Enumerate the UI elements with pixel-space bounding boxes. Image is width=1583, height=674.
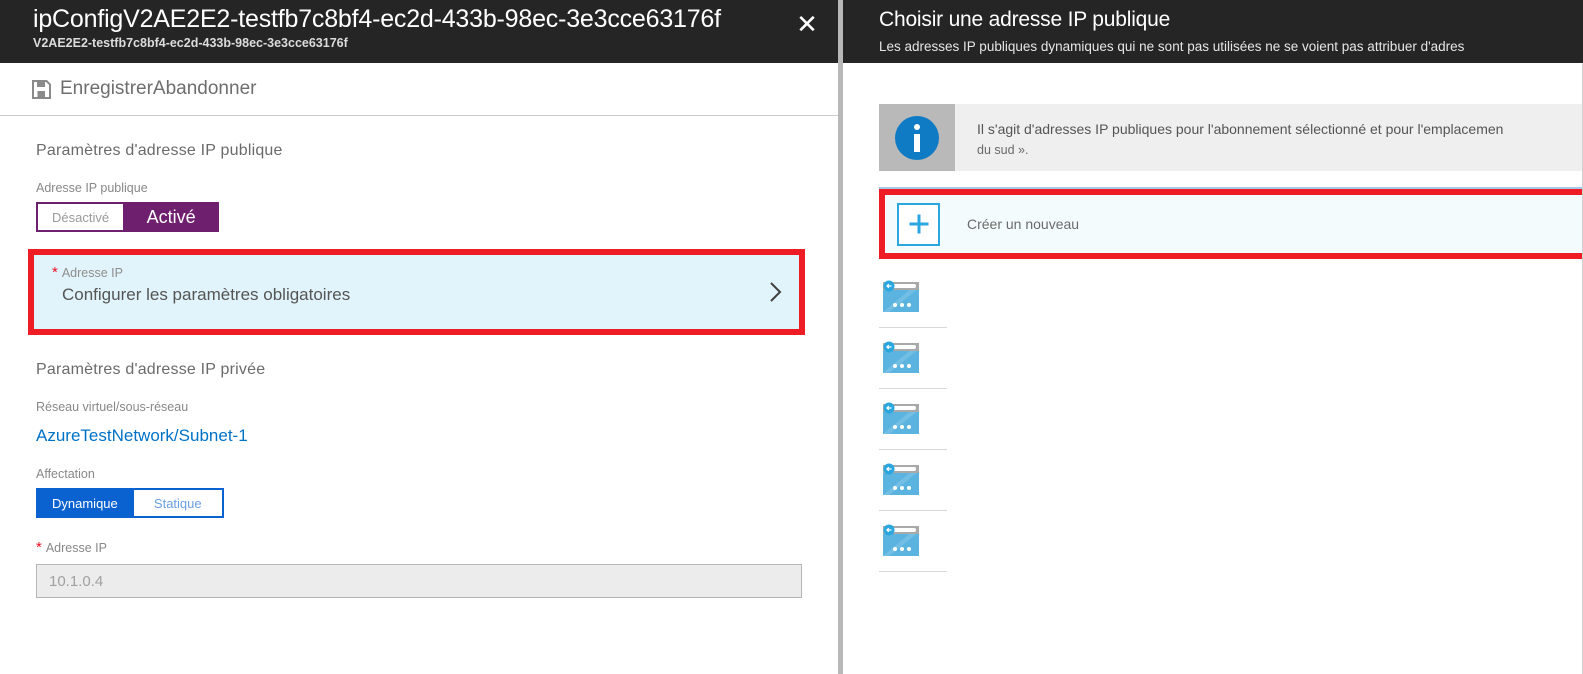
ip-address-selector-value: Configurer les paramètres obligatoires bbox=[62, 285, 351, 304]
public-ip-list bbox=[843, 267, 1583, 572]
create-new-label: Créer un nouveau bbox=[967, 216, 1080, 232]
public-ip-toggle-label: Adresse IP publique bbox=[36, 181, 148, 195]
create-new-button[interactable]: Créer un nouveau bbox=[885, 195, 1583, 253]
list-item[interactable] bbox=[843, 328, 1583, 388]
vnet-subnet-link[interactable]: AzureTestNetwork/Subnet-1 bbox=[0, 426, 838, 446]
list-item[interactable] bbox=[843, 450, 1583, 510]
left-blade-header: ipConfigV2AE2E2-testfb7c8bf4-ec2d-433b-9… bbox=[0, 0, 838, 63]
public-ip-toggle[interactable]: Désactivé Activé bbox=[36, 202, 220, 232]
public-ip-address-icon bbox=[879, 461, 923, 499]
info-banner-line1: Il s'agit d'adresses IP publiques pour l… bbox=[977, 121, 1504, 137]
info-banner-line2: du sud ». bbox=[977, 143, 1029, 157]
private-ip-section-heading: Paramètres d'adresse IP privée bbox=[36, 361, 266, 378]
public-ip-toggle-disabled[interactable]: Désactivé bbox=[36, 202, 126, 232]
blade-toolbar: Enregistrer Abandonner bbox=[0, 63, 838, 116]
public-ip-address-icon bbox=[879, 339, 923, 377]
save-button[interactable]: Enregistrer bbox=[32, 78, 153, 100]
vnet-subnet-label: Réseau virtuel/sous-réseau bbox=[36, 400, 189, 414]
allocation-static-option[interactable]: Statique bbox=[133, 488, 224, 518]
page-subtitle: V2AE2E2-testfb7c8bf4-ec2d-433b-98ec-3e3c… bbox=[33, 36, 348, 50]
save-label: Enregistrer bbox=[60, 78, 153, 99]
list-item[interactable] bbox=[843, 511, 1583, 571]
chevron-right-icon bbox=[769, 281, 783, 303]
right-blade-header: Choisir une adresse IP publique Les adre… bbox=[843, 0, 1583, 63]
ip-config-form: Paramètres d'adresse IP publique Adresse… bbox=[0, 116, 838, 598]
allocation-label: Affectation bbox=[36, 467, 95, 481]
info-icon-container bbox=[879, 104, 955, 171]
public-ip-address-icon bbox=[879, 522, 923, 560]
azure-portal-blades: ipConfigV2AE2E2-testfb7c8bf4-ec2d-433b-9… bbox=[0, 0, 1583, 674]
list-separator bbox=[879, 571, 947, 572]
choose-public-ip-blade: Choisir une adresse IP publique Les adre… bbox=[843, 0, 1583, 674]
list-item[interactable] bbox=[843, 267, 1583, 327]
public-ip-address-icon bbox=[879, 278, 923, 316]
page-title: ipConfigV2AE2E2-testfb7c8bf4-ec2d-433b-9… bbox=[33, 5, 721, 33]
public-ip-section-heading: Paramètres d'adresse IP publique bbox=[36, 142, 283, 159]
right-page-subtitle: Les adresses IP publiques dynamiques qui… bbox=[879, 39, 1465, 54]
info-banner: Il s'agit d'adresses IP publiques pour l… bbox=[879, 104, 1583, 171]
private-ip-label: Adresse IP bbox=[0, 539, 838, 556]
ip-configuration-blade: ipConfigV2AE2E2-testfb7c8bf4-ec2d-433b-9… bbox=[0, 0, 838, 674]
close-icon[interactable]: ✕ bbox=[790, 7, 824, 41]
allocation-dynamic-option[interactable]: Dynamique bbox=[36, 488, 134, 518]
private-ip-input[interactable]: 10.1.0.4 bbox=[36, 564, 802, 598]
ip-address-selector[interactable]: Adresse IP Configurer les paramètres obl… bbox=[34, 255, 799, 329]
create-new-highlight: Créer un nouveau bbox=[879, 189, 1583, 259]
discard-button[interactable]: Abandonner bbox=[153, 78, 257, 100]
info-banner-text: Il s'agit d'adresses IP publiques pour l… bbox=[955, 104, 1503, 171]
right-page-title: Choisir une adresse IP publique bbox=[879, 8, 1171, 31]
left-blade-titles: ipConfigV2AE2E2-testfb7c8bf4-ec2d-433b-9… bbox=[33, 4, 778, 51]
plus-icon bbox=[897, 202, 940, 246]
ip-address-selector-label: Adresse IP bbox=[52, 264, 123, 281]
save-disk-icon bbox=[32, 79, 51, 99]
ip-selector-highlight: Adresse IP Configurer les paramètres obl… bbox=[28, 249, 805, 335]
public-ip-address-icon bbox=[879, 400, 923, 438]
allocation-toggle[interactable]: Dynamique Statique bbox=[36, 488, 224, 518]
info-circle-icon bbox=[895, 115, 939, 160]
right-blade-titles: Choisir une adresse IP publique Les adre… bbox=[879, 5, 1583, 55]
list-item[interactable] bbox=[843, 389, 1583, 449]
discard-label: Abandonner bbox=[152, 78, 257, 99]
public-ip-toggle-enabled[interactable]: Activé bbox=[125, 202, 220, 232]
